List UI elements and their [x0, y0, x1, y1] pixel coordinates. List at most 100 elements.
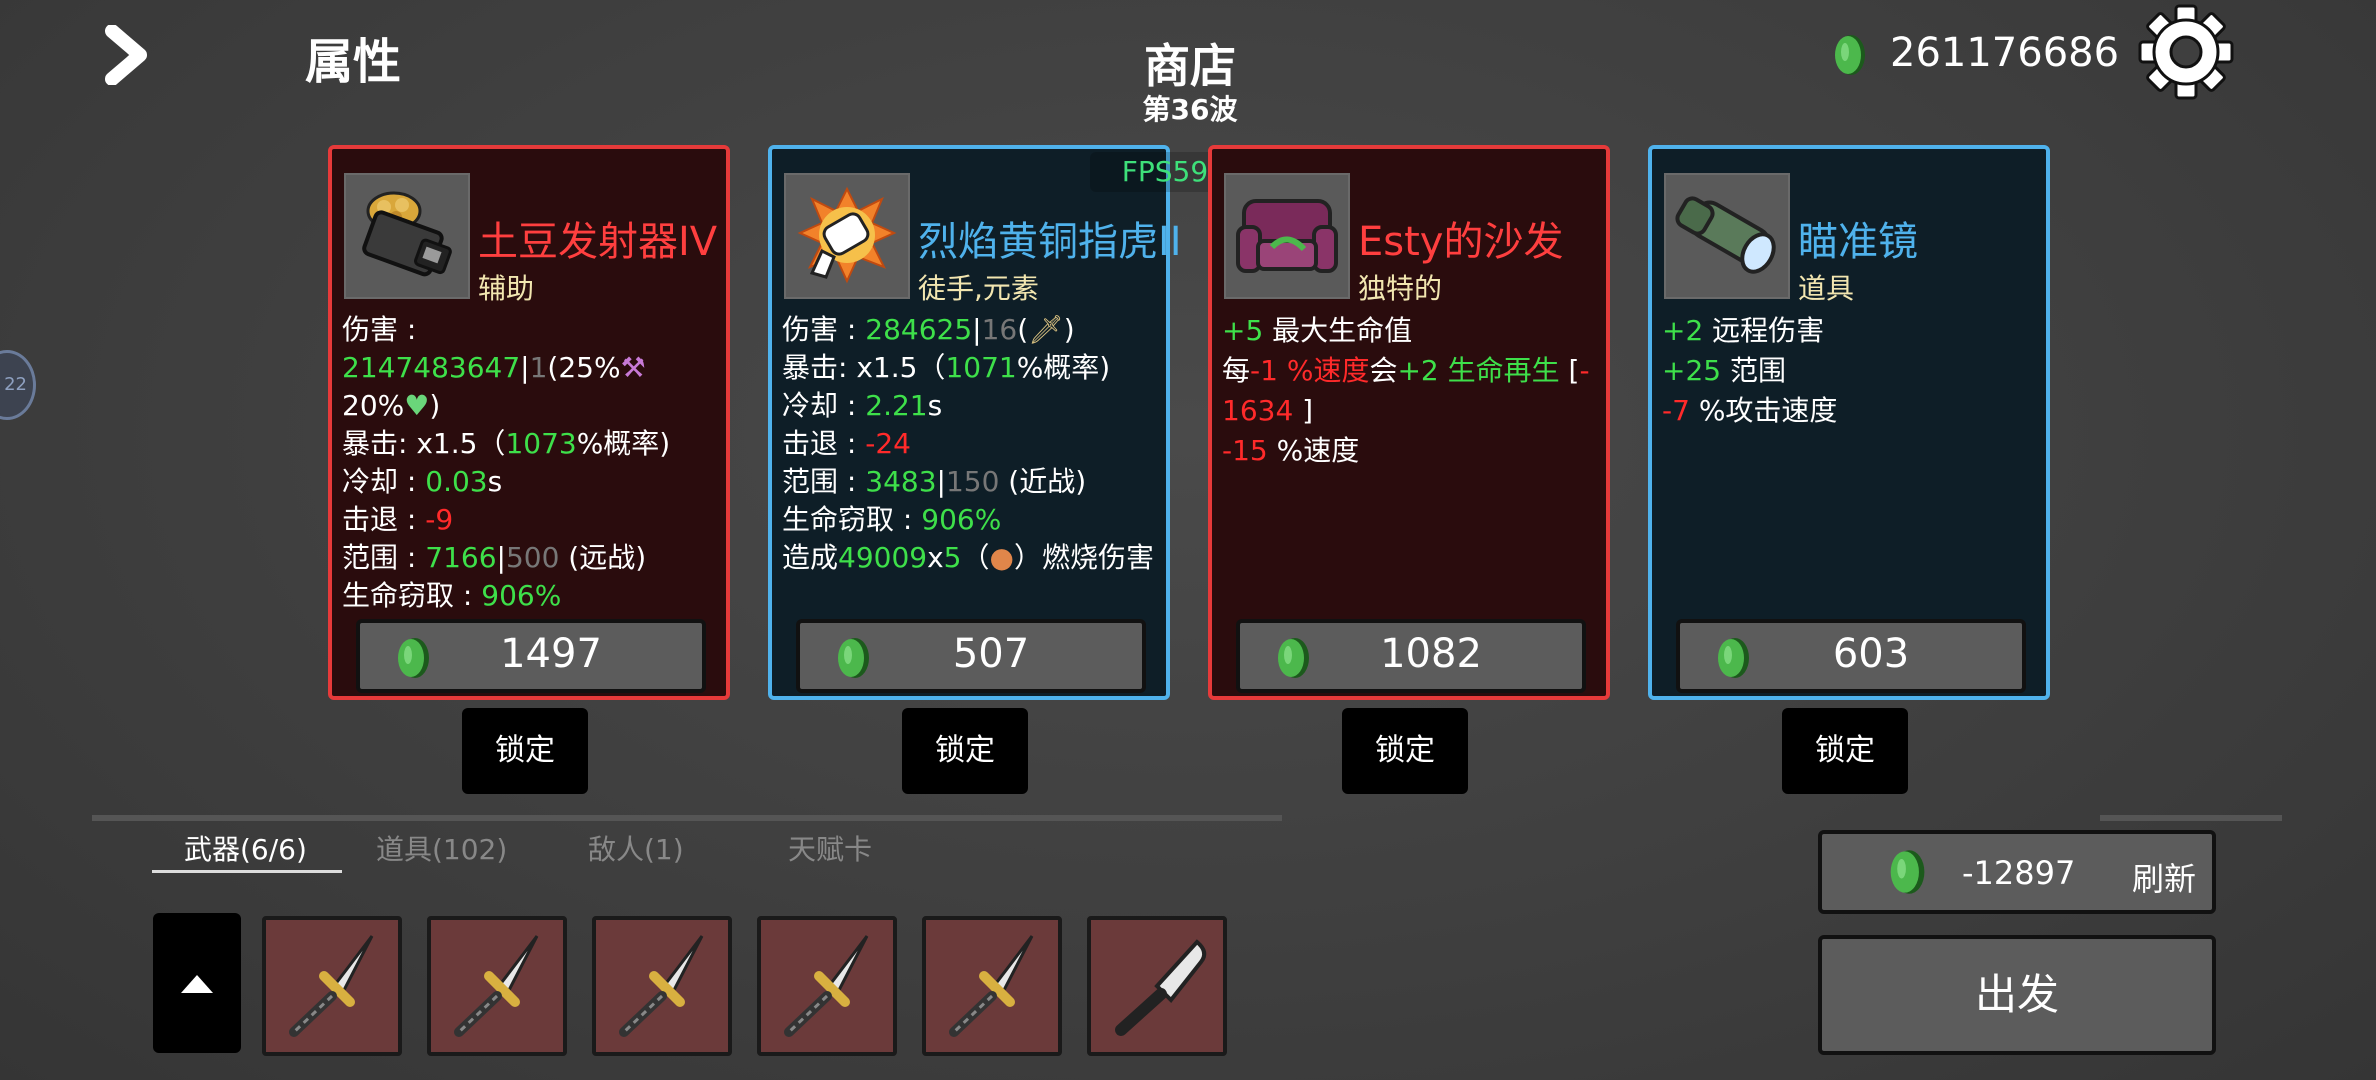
- lifesteal-row: 生命窃取 : 906%: [342, 577, 722, 615]
- damage-value: 2147483647: [342, 351, 521, 384]
- page-title[interactable]: 属性: [305, 22, 401, 92]
- stat-line-3: -7 %攻击速度: [1662, 391, 2042, 431]
- tab-items[interactable]: 道具(102): [376, 828, 507, 868]
- value: +2 生命再生: [1397, 354, 1560, 387]
- settings-button[interactable]: [2138, 4, 2234, 104]
- tab-weapons[interactable]: 武器(6/6): [184, 828, 307, 868]
- label: 击退 :: [782, 427, 866, 460]
- text: 每: [1222, 354, 1251, 387]
- knockback-row: 击退 : -9: [342, 501, 722, 539]
- shop-card[interactable]: 烈焰黄铜指虎II 徒手,元素 伤害 : 284625|16(🗡) 暴击: x1.…: [768, 145, 1182, 700]
- range-row: 范围 : 3483|150 (近战): [782, 465, 1087, 498]
- lock-button[interactable]: 锁定: [1342, 708, 1468, 794]
- triangle-up-icon: [181, 975, 213, 993]
- burn-suffix: ）燃烧伤害: [1013, 541, 1154, 574]
- unit: s: [487, 465, 503, 498]
- label: 伤害 :: [342, 313, 417, 346]
- pickaxe-icon: ⚒: [620, 351, 646, 384]
- active-tab-underline: [152, 870, 342, 873]
- knockback-value: -24: [865, 427, 911, 460]
- buy-button[interactable]: 603: [1676, 619, 2026, 693]
- dagger-icon: [784, 935, 869, 1037]
- range-type: (远战): [559, 541, 647, 574]
- heart-icon: ♥: [404, 389, 430, 422]
- potato-launcher-icon: [344, 173, 470, 299]
- text: 会: [1369, 354, 1398, 387]
- lock-button[interactable]: 锁定: [1782, 708, 1908, 794]
- stat-line-1: +5 最大生命值: [1222, 311, 1602, 351]
- crit-row: 暴击: x1.5（1073%概率): [342, 425, 722, 463]
- paren: (: [1017, 313, 1029, 346]
- label: 冷却 :: [782, 389, 866, 422]
- refresh-button[interactable]: -12897 刷新: [1818, 830, 2216, 914]
- range-base: 150: [945, 465, 1000, 498]
- back-arrow-button[interactable]: [100, 24, 160, 86]
- lock-button[interactable]: 锁定: [462, 708, 588, 794]
- weapon-slot[interactable]: [757, 916, 897, 1056]
- money-amount: 261176686: [1890, 30, 2120, 76]
- crit-rate: 1073: [505, 427, 577, 460]
- buy-button[interactable]: 1497: [356, 619, 706, 693]
- weapon-slot[interactable]: [592, 916, 732, 1056]
- crit-end: %概率): [576, 427, 671, 460]
- stat-line-3: -15 %速度: [1222, 431, 1602, 471]
- weapon-slot[interactable]: [922, 916, 1062, 1056]
- shop-card[interactable]: 瞄准镜 道具 +2 远程伤害 +25 范围 -7 %攻击速度 603: [1648, 145, 2050, 700]
- range-base: 500: [505, 541, 560, 574]
- sword-icon: 🗡: [1028, 313, 1064, 346]
- item-tag: 辅助: [478, 272, 535, 305]
- label: 范围 :: [342, 541, 426, 574]
- expand-button[interactable]: [153, 913, 241, 1053]
- cooldown-value: 2.21: [865, 389, 928, 422]
- dagger-icon: [454, 935, 539, 1037]
- side-bubble[interactable]: 22: [0, 350, 36, 420]
- start-wave-button[interactable]: 出发: [1818, 935, 2216, 1055]
- range-row: 范围 : 7166|500 (远战): [342, 541, 647, 574]
- value: -1 %速度: [1250, 354, 1370, 387]
- divider: [2100, 815, 2282, 821]
- range-value: 7166: [425, 541, 497, 574]
- tab-enemies[interactable]: 敌人(1): [588, 828, 684, 868]
- label: 暴击: x1.5（: [342, 427, 506, 460]
- item-name: 瞄准镜: [1798, 219, 1918, 265]
- text: [: [1559, 354, 1580, 387]
- lock-button[interactable]: 锁定: [902, 708, 1028, 794]
- shop-card[interactable]: Esty的沙发 独特的 +5 最大生命值 每-1 %速度会+2 生命再生 [- …: [1208, 145, 1610, 700]
- weapon-slot[interactable]: [262, 916, 402, 1056]
- item-name: 烈焰黄铜指虎II: [918, 219, 1182, 265]
- dagger-icon: [949, 935, 1034, 1037]
- text: 范围: [1721, 354, 1786, 387]
- weapon-slot[interactable]: [1087, 916, 1227, 1056]
- weapon-slot[interactable]: [427, 916, 567, 1056]
- tab-talent-cards[interactable]: 天赋卡: [788, 828, 872, 868]
- label: 范围 :: [782, 465, 866, 498]
- damage-bonus2: 20%: [342, 389, 405, 422]
- paren: （: [961, 541, 990, 574]
- flame-icon: ●: [989, 541, 1014, 574]
- damage-bonus: (25%: [547, 351, 621, 384]
- item-stats: +5 最大生命值 每-1 %速度会+2 生命再生 [- 1634 ] -15 %…: [1222, 311, 1602, 471]
- price-value: 507: [952, 631, 1030, 677]
- value: +25: [1662, 354, 1722, 387]
- lifesteal-value: 906%: [481, 579, 562, 612]
- damage-row: 伤害 : 284625|16(🗡): [782, 313, 1075, 346]
- damage-base: 16: [981, 313, 1018, 346]
- buy-button[interactable]: 1082: [1236, 619, 1586, 693]
- burn-row: 造成49009x5（●）燃烧伤害: [782, 539, 1162, 577]
- cooldown-row: 冷却 : 2.21s: [782, 387, 1162, 425]
- item-name: 土豆发射器IV: [478, 219, 718, 265]
- label: 生命窃取 :: [782, 503, 922, 536]
- crit-row: 暴击: x1.5（1071%概率): [782, 349, 1162, 387]
- text: %攻击速度: [1689, 394, 1838, 427]
- item-name: Esty的沙发: [1358, 219, 1564, 265]
- paren: ): [429, 389, 441, 422]
- dagger-icon: [619, 935, 704, 1037]
- buy-button[interactable]: 507: [796, 619, 1146, 693]
- paren: ): [1063, 313, 1075, 346]
- stat-line-2b: 1634 ]: [1222, 391, 1602, 431]
- lifesteal-value: 906%: [921, 503, 1002, 536]
- shop-card[interactable]: 土豆发射器IV 辅助 伤害 : 2147483647|1(25%⚒ 20%♥) …: [328, 145, 730, 700]
- chevron-right-icon: [105, 24, 147, 86]
- damage-value: 284625: [865, 313, 973, 346]
- knockback-row: 击退 : -24: [782, 425, 1162, 463]
